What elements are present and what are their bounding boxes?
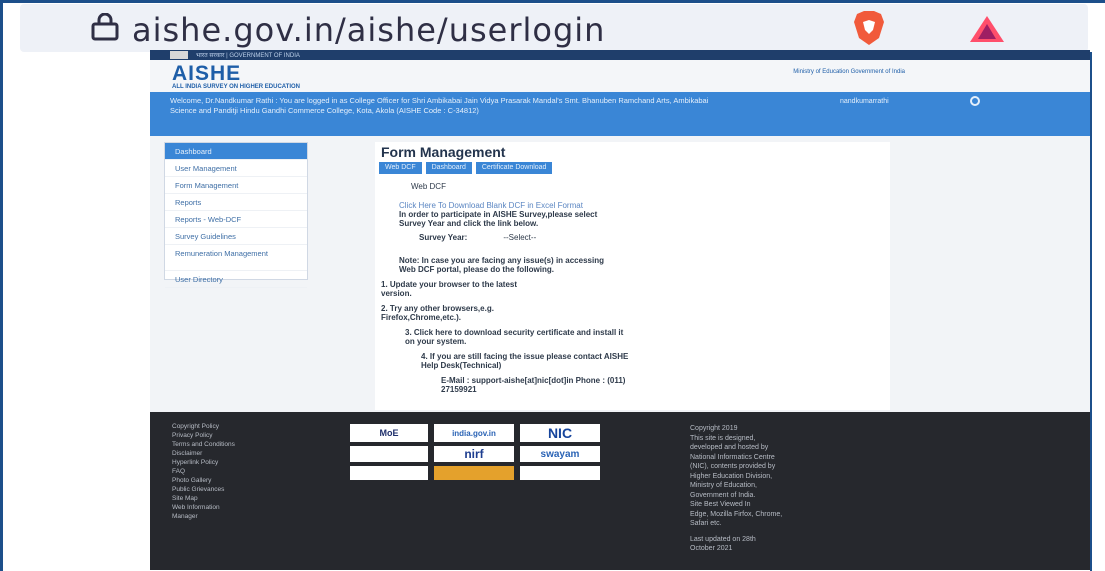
copyright-line: This site is designed, bbox=[690, 434, 756, 442]
user-icon[interactable] bbox=[970, 96, 980, 106]
copyright-line: Higher Education Division, bbox=[690, 472, 773, 480]
helpdesk-phone: 27159921 bbox=[441, 385, 477, 394]
section-label: Web DCF bbox=[411, 182, 446, 191]
portal-logo[interactable] bbox=[520, 466, 600, 480]
footer-link-photo-gallery[interactable]: Photo Gallery bbox=[172, 476, 235, 485]
site-header: AISHE ALL INDIA SURVEY ON HIGHER EDUCATI… bbox=[150, 60, 1090, 92]
ministry-label: Ministry of Education Government of Indi… bbox=[793, 69, 905, 75]
form-management-panel: Form Management Web DCF Dashboard Certif… bbox=[375, 142, 890, 410]
site-footer: Copyright Policy Privacy Policy Terms an… bbox=[150, 412, 1090, 570]
aishe-logo[interactable]: AISHE bbox=[172, 62, 241, 86]
brave-shield-icon[interactable] bbox=[852, 10, 886, 46]
instruction-line-2: Survey Year and click the link below. bbox=[399, 219, 539, 228]
web-dcf-content: Web DCF Click Here To Download Blank DCF… bbox=[381, 182, 881, 394]
browser-address-bar[interactable]: aishe.gov.in/aishe/userlogin bbox=[20, 4, 1088, 52]
sidebar-item-reports[interactable]: Reports bbox=[165, 194, 307, 211]
note-line-2: Web DCF portal, please do the following. bbox=[399, 265, 554, 274]
brave-rewards-icon[interactable] bbox=[968, 14, 1006, 44]
swayam-logo[interactable]: swayam bbox=[520, 446, 600, 462]
instruction-line-1: In order to participate in AISHE Survey,… bbox=[399, 210, 598, 219]
nic-logo[interactable]: NIC bbox=[520, 424, 600, 442]
mygov-logo[interactable] bbox=[434, 466, 514, 480]
sidebar-item-form-management[interactable]: Form Management bbox=[165, 177, 307, 194]
step-1-line-1: 1. Update your browser to the latest bbox=[381, 280, 518, 289]
step-2-line-2: Firefox,Chrome,etc.). bbox=[381, 313, 462, 322]
partner-logos: MoE india.gov.in NIC nirf swayam bbox=[350, 424, 600, 480]
last-updated-line-2: October 2021 bbox=[690, 545, 733, 552]
footer-link-faq[interactable]: FAQ bbox=[172, 467, 235, 476]
sidebar-item-remuneration-management[interactable]: Remuneration Management bbox=[165, 245, 307, 271]
copyright-line: Edge, Mozilla Firfox, Chrome, bbox=[690, 510, 783, 518]
footer-link-web-information[interactable]: Web Information bbox=[172, 503, 235, 512]
copyright-text: Copyright 2019 This site is designed, de… bbox=[690, 424, 920, 554]
sidebar-item-dashboard[interactable]: Dashboard bbox=[165, 143, 307, 160]
nirf-logo[interactable]: nirf bbox=[434, 446, 514, 462]
survey-year-select[interactable]: --Select-- bbox=[503, 233, 536, 242]
sidebar-item-user-management[interactable]: User Management bbox=[165, 160, 307, 177]
copyright-line: Safari etc. bbox=[690, 520, 722, 527]
gov-strip-text: भारत सरकार | GOVERNMENT OF INDIA bbox=[196, 53, 300, 59]
step-4-line-1: 4. If you are still facing the issue ple… bbox=[421, 352, 629, 361]
footer-link-copyright-policy[interactable]: Copyright Policy bbox=[172, 422, 235, 431]
page-title: Form Management bbox=[381, 144, 506, 160]
step-1-line-2: version. bbox=[381, 289, 412, 298]
step-4-line-2: Help Desk(Technical) bbox=[421, 361, 502, 370]
copyright-line: developed and hosted by bbox=[690, 444, 769, 451]
note-line-1: Note: In case you are facing any issue(s… bbox=[399, 256, 604, 265]
tab-bar: Web DCF Dashboard Certificate Download bbox=[379, 162, 553, 174]
copyright-line: Government of India. bbox=[690, 491, 756, 499]
aishe-page: भारत सरकार | GOVERNMENT OF INDIA AISHE A… bbox=[150, 50, 1090, 570]
sidebar: Dashboard User Management Form Managemen… bbox=[164, 142, 308, 288]
welcome-text: Welcome, Dr.Nandkumar Rathi : You are lo… bbox=[170, 96, 709, 115]
footer-link-disclaimer[interactable]: Disclaimer bbox=[172, 449, 235, 458]
footer-link-manager[interactable]: Manager bbox=[172, 512, 235, 521]
gov-strip: भारत सरकार | GOVERNMENT OF INDIA bbox=[150, 50, 1090, 60]
copyright-line: (NIC), contents provided by bbox=[690, 463, 776, 470]
lock-icon bbox=[91, 13, 119, 41]
footer-link-terms[interactable]: Terms and Conditions bbox=[172, 440, 235, 449]
sidebar-item-user-directory[interactable]: User Directory bbox=[165, 271, 307, 288]
last-updated-line-1: Last updated on 28th bbox=[690, 535, 756, 543]
step-2-line-1: 2. Try any other browsers,e.g. bbox=[381, 304, 494, 313]
user-menu-link[interactable]: nandkumarrathi bbox=[840, 97, 889, 107]
footer-links: Copyright Policy Privacy Policy Terms an… bbox=[172, 422, 235, 521]
copyright-line: Ministry of Education, bbox=[690, 482, 757, 489]
footer-link-site-map[interactable]: Site Map bbox=[172, 494, 235, 503]
step-3-link[interactable]: 3. Click here to download security certi… bbox=[405, 328, 881, 337]
download-blank-dcf-link[interactable]: Click Here To Download Blank DCF in Exce… bbox=[399, 201, 881, 210]
ministry-emblem-logo[interactable] bbox=[350, 446, 428, 462]
moe-logo[interactable]: MoE bbox=[350, 424, 428, 442]
copyright-line: National Informatics Centre bbox=[690, 453, 775, 461]
footer-link-privacy-policy[interactable]: Privacy Policy bbox=[172, 431, 235, 440]
helpdesk-email: E-Mail : support-aishe[at]nic[dot]in Pho… bbox=[441, 376, 626, 385]
welcome-banner: Welcome, Dr.Nandkumar Rathi : You are lo… bbox=[150, 92, 1090, 136]
tab-web-dcf[interactable]: Web DCF bbox=[379, 162, 422, 174]
footer-link-hyperlink-policy[interactable]: Hyperlink Policy bbox=[172, 458, 235, 467]
aishe-logo-subtitle: ALL INDIA SURVEY ON HIGHER EDUCATION bbox=[172, 84, 301, 90]
emblem-icon bbox=[170, 51, 188, 59]
copyright-line: Site Best Viewed In bbox=[690, 501, 751, 508]
tab-dashboard[interactable]: Dashboard bbox=[425, 162, 472, 174]
india-gov-logo[interactable]: india.gov.in bbox=[434, 424, 514, 442]
footer-link-public-grievances[interactable]: Public Grievances bbox=[172, 485, 235, 494]
step-3-line-2: on your system. bbox=[405, 337, 467, 346]
survey-year-label: Survey Year: bbox=[419, 233, 468, 242]
campaign-logo[interactable] bbox=[350, 466, 428, 480]
sidebar-item-survey-guidelines[interactable]: Survey Guidelines bbox=[165, 228, 307, 245]
tab-certificate-download[interactable]: Certificate Download bbox=[475, 162, 553, 174]
photo-frame-edge bbox=[1090, 52, 1105, 571]
url-text[interactable]: aishe.gov.in/aishe/userlogin bbox=[132, 11, 605, 49]
copyright-line: Copyright 2019 bbox=[690, 425, 738, 432]
sidebar-item-reports-web-dcf[interactable]: Reports - Web-DCF bbox=[165, 211, 307, 228]
